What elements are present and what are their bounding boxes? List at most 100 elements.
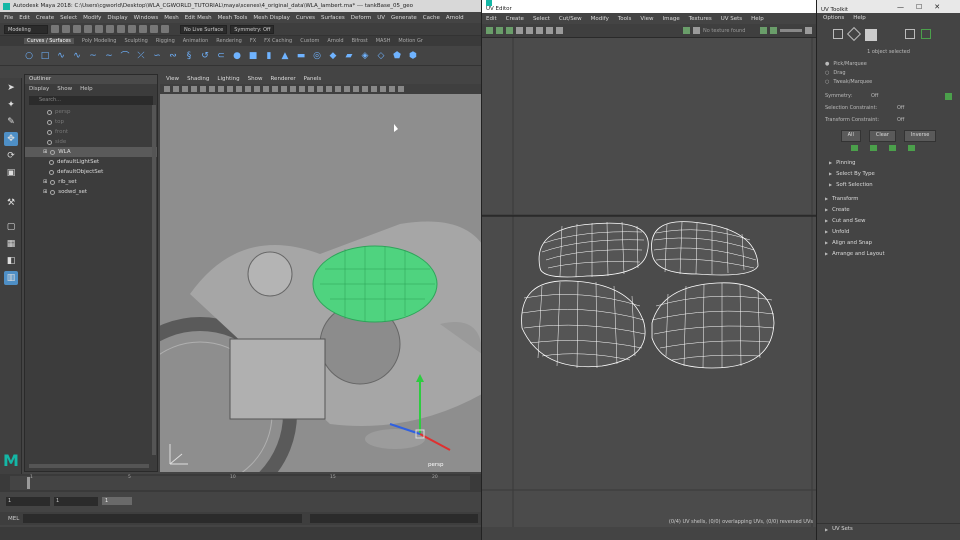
uv-isolate-icon[interactable] [683, 27, 690, 34]
xray-joints-icon[interactable] [362, 86, 368, 92]
redo-icon[interactable] [95, 25, 103, 33]
curve-offset-icon[interactable]: ⊂ [216, 51, 226, 61]
menu-windows[interactable]: Windows [134, 15, 159, 21]
uv-shell-icon[interactable] [496, 27, 503, 34]
close-icon[interactable]: ✕ [934, 3, 940, 11]
dof-icon[interactable] [335, 86, 341, 92]
use-lights-icon[interactable] [290, 86, 296, 92]
section-soft-selection[interactable]: Soft Selection [817, 179, 960, 190]
nurbs-torus-icon[interactable]: ◎ [312, 51, 322, 61]
start-frame-field[interactable]: 1 [6, 496, 50, 506]
convert-to-shell-icon[interactable] [908, 145, 915, 151]
rotate-tool-icon[interactable]: ⟳ [4, 149, 18, 163]
select-hierarchy-icon[interactable] [106, 25, 114, 33]
uv-menu-help[interactable]: Help [751, 16, 764, 22]
uv-shell-mode-icon[interactable] [921, 29, 931, 39]
isolate-select-icon[interactable] [344, 86, 350, 92]
uv-menu-cut-sew[interactable]: Cut/Sew [559, 16, 582, 22]
extrude-icon[interactable]: ◈ [360, 51, 370, 61]
bookmark-icon[interactable] [173, 86, 179, 92]
radio-icon[interactable]: ● [825, 61, 829, 67]
nurbs-square-icon[interactable]: □ [40, 51, 50, 61]
snap-curve-icon[interactable] [150, 25, 158, 33]
open-scene-icon[interactable] [62, 25, 70, 33]
uv-menu-modify[interactable]: Modify [591, 16, 609, 22]
vertex-mode-icon[interactable] [833, 29, 843, 39]
nurbs-cube-icon[interactable]: ■ [248, 51, 258, 61]
perspective-viewport[interactable]: View Shading Lighting Show Renderer Pane… [160, 74, 482, 472]
snap-grid-icon[interactable] [139, 25, 147, 33]
viewport-menu-view[interactable]: View [166, 76, 179, 82]
outliner-persp-layout-icon[interactable]: ◧ [4, 254, 18, 268]
command-input[interactable] [23, 514, 303, 523]
undo-icon[interactable] [84, 25, 92, 33]
menu-mesh[interactable]: Mesh [164, 15, 178, 21]
uv-texture-borders-icon[interactable] [516, 27, 523, 34]
select-clear-button[interactable]: Clear [868, 130, 896, 142]
shelf-tab-curves-surfaces[interactable]: Curves / Surfaces [24, 38, 74, 44]
symmetry-field[interactable]: Symmetry: Off [230, 24, 275, 34]
image-plane-icon[interactable] [182, 86, 188, 92]
birail-icon[interactable]: ⬟ [392, 51, 402, 61]
custom-layout-icon[interactable]: ▥ [4, 271, 18, 285]
transform-constraint-dropdown[interactable]: Off [897, 117, 904, 123]
xray-icon[interactable] [353, 86, 359, 92]
scale-tool-icon[interactable]: ▣ [4, 166, 18, 180]
section-select-by-type[interactable]: Select By Type [817, 168, 960, 179]
curve-edit-icon[interactable]: ⤫ [136, 51, 146, 61]
menu-display[interactable]: Display [107, 15, 127, 21]
uv-canvas[interactable]: (0/4) UV shells, (0/0) overlapping UVs, … [482, 38, 817, 527]
outliner-menu-display[interactable]: Display [29, 86, 49, 92]
section-pinning[interactable]: Pinning [817, 157, 960, 168]
xray-active-icon[interactable] [371, 86, 377, 92]
select-all-button[interactable]: All [840, 130, 861, 142]
menu-edit-mesh[interactable]: Edit Mesh [185, 15, 212, 21]
outliner-item-rib-set[interactable]: ⊞ rib_set [25, 177, 157, 187]
uv-menu-create[interactable]: Create [506, 16, 524, 22]
curve-reverse-icon[interactable]: ↺ [200, 51, 210, 61]
edge-mode-icon[interactable] [846, 26, 862, 42]
boundary-icon[interactable]: ⬢ [408, 51, 418, 61]
outliner-item-default-object-set[interactable]: defaultObjectSet [25, 167, 157, 177]
menu-mesh-display[interactable]: Mesh Display [253, 15, 290, 21]
range-bar[interactable]: 1 [102, 497, 132, 505]
expand-icon[interactable]: ⊞ [43, 177, 47, 187]
menu-deform[interactable]: Deform [351, 15, 371, 21]
film-gate-icon[interactable] [200, 86, 206, 92]
menu-select[interactable]: Select [60, 15, 77, 21]
maximize-icon[interactable]: ☐ [916, 3, 922, 11]
section-unfold[interactable]: Unfold [817, 226, 960, 237]
wireframe-on-shaded-icon[interactable] [272, 86, 278, 92]
section-cut-and-sew[interactable]: Cut and Sew [817, 215, 960, 226]
gamma-icon[interactable] [389, 86, 395, 92]
selection-constraint-dropdown[interactable]: Off [897, 105, 904, 111]
uv-channel-icon[interactable] [760, 27, 767, 34]
menu-surfaces[interactable]: Surfaces [321, 15, 345, 21]
uv-menu-uv-sets[interactable]: UV Sets [721, 16, 742, 22]
shelf-tab-fx-caching[interactable]: FX Caching [264, 38, 292, 44]
exposure-icon[interactable] [380, 86, 386, 92]
resolution-gate-icon[interactable] [209, 86, 215, 92]
uv-gamma-icon[interactable] [805, 27, 812, 34]
pencil-curve-icon[interactable]: ~ [88, 51, 98, 61]
mode-drag[interactable]: ○ Drag [817, 68, 960, 77]
section-uv-sets[interactable]: UV Sets [817, 523, 960, 534]
shelf-tab-arnold[interactable]: Arnold [327, 38, 343, 44]
menu-uv[interactable]: UV [377, 15, 385, 21]
new-scene-icon[interactable] [51, 25, 59, 33]
minimize-icon[interactable]: — [897, 3, 904, 11]
nurbs-circle-icon[interactable]: ○ [24, 51, 34, 61]
ep-curve-icon[interactable]: ∿ [72, 51, 82, 61]
uv-menu-select[interactable]: Select [533, 16, 550, 22]
viewport-menu-renderer[interactable]: Renderer [270, 76, 295, 82]
outliner-hscrollbar[interactable] [29, 464, 149, 468]
radio-icon[interactable]: ○ [825, 70, 829, 76]
nurbs-cone-icon[interactable]: ▲ [280, 51, 290, 61]
viewport-menu-shading[interactable]: Shading [187, 76, 209, 82]
menu-create[interactable]: Create [36, 15, 54, 21]
expand-icon[interactable]: ⊞ [43, 147, 47, 157]
revolve-icon[interactable]: ◆ [328, 51, 338, 61]
viewport-menu-show[interactable]: Show [248, 76, 263, 82]
uv-wireframe-icon[interactable] [536, 27, 543, 34]
uv-menu-image[interactable]: Image [662, 16, 679, 22]
